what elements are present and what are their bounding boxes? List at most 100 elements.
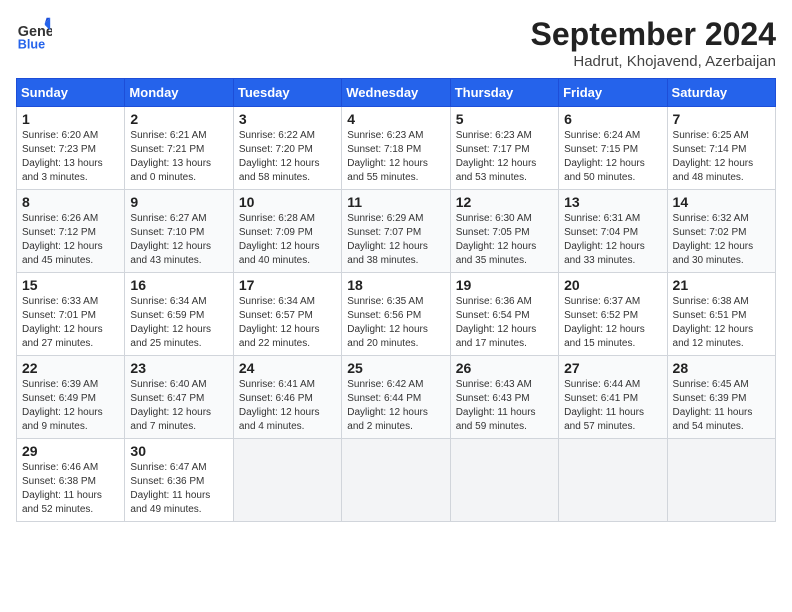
sunset-label: Sunset: 7:14 PM <box>673 144 747 155</box>
calendar-cell: 7 Sunrise: 6:25 AM Sunset: 7:14 PM Dayli… <box>667 107 775 190</box>
day-number: 8 <box>22 194 119 210</box>
day-info: Sunrise: 6:23 AM Sunset: 7:18 PM Dayligh… <box>347 129 444 185</box>
logo-icon: General Blue <box>16 16 52 52</box>
day-number: 29 <box>22 443 119 459</box>
day-number: 20 <box>564 277 661 293</box>
sunset-label: Sunset: 6:41 PM <box>564 393 638 404</box>
day-number: 21 <box>673 277 770 293</box>
day-info: Sunrise: 6:20 AM Sunset: 7:23 PM Dayligh… <box>22 129 119 185</box>
day-number: 18 <box>347 277 444 293</box>
sunrise-label: Sunrise: 6:47 AM <box>130 462 206 473</box>
calendar-cell: 6 Sunrise: 6:24 AM Sunset: 7:15 PM Dayli… <box>559 107 667 190</box>
sunrise-label: Sunrise: 6:31 AM <box>564 213 640 224</box>
calendar-week-row: 29 Sunrise: 6:46 AM Sunset: 6:38 PM Dayl… <box>17 439 776 522</box>
svg-text:Blue: Blue <box>18 37 45 51</box>
col-friday: Friday <box>559 79 667 107</box>
day-number: 12 <box>456 194 553 210</box>
day-info: Sunrise: 6:36 AM Sunset: 6:54 PM Dayligh… <box>456 295 553 351</box>
daylight-label: Daylight: 12 hours and 45 minutes. <box>22 241 103 266</box>
day-info: Sunrise: 6:22 AM Sunset: 7:20 PM Dayligh… <box>239 129 336 185</box>
sunrise-label: Sunrise: 6:40 AM <box>130 379 206 390</box>
sunrise-label: Sunrise: 6:34 AM <box>130 296 206 307</box>
calendar-cell <box>233 439 341 522</box>
daylight-label: Daylight: 12 hours and 15 minutes. <box>564 324 645 349</box>
calendar-cell: 19 Sunrise: 6:36 AM Sunset: 6:54 PM Dayl… <box>450 273 558 356</box>
calendar-cell: 1 Sunrise: 6:20 AM Sunset: 7:23 PM Dayli… <box>17 107 125 190</box>
day-number: 28 <box>673 360 770 376</box>
day-info: Sunrise: 6:42 AM Sunset: 6:44 PM Dayligh… <box>347 378 444 434</box>
daylight-label: Daylight: 12 hours and 40 minutes. <box>239 241 320 266</box>
day-info: Sunrise: 6:32 AM Sunset: 7:02 PM Dayligh… <box>673 212 770 268</box>
day-info: Sunrise: 6:44 AM Sunset: 6:41 PM Dayligh… <box>564 378 661 434</box>
sunrise-label: Sunrise: 6:22 AM <box>239 130 315 141</box>
col-thursday: Thursday <box>450 79 558 107</box>
page-header: General Blue September 2024 Hadrut, Khoj… <box>16 16 776 70</box>
sunset-label: Sunset: 6:38 PM <box>22 476 96 487</box>
sunset-label: Sunset: 7:02 PM <box>673 227 747 238</box>
sunset-label: Sunset: 7:09 PM <box>239 227 313 238</box>
daylight-label: Daylight: 12 hours and 33 minutes. <box>564 241 645 266</box>
sunrise-label: Sunrise: 6:37 AM <box>564 296 640 307</box>
sunrise-label: Sunrise: 6:30 AM <box>456 213 532 224</box>
sunrise-label: Sunrise: 6:27 AM <box>130 213 206 224</box>
location: Hadrut, Khojavend, Azerbaijan <box>531 53 776 70</box>
calendar-cell: 4 Sunrise: 6:23 AM Sunset: 7:18 PM Dayli… <box>342 107 450 190</box>
calendar-cell: 18 Sunrise: 6:35 AM Sunset: 6:56 PM Dayl… <box>342 273 450 356</box>
daylight-label: Daylight: 12 hours and 27 minutes. <box>22 324 103 349</box>
day-number: 7 <box>673 111 770 127</box>
calendar-cell <box>450 439 558 522</box>
sunset-label: Sunset: 6:59 PM <box>130 310 204 321</box>
day-info: Sunrise: 6:35 AM Sunset: 6:56 PM Dayligh… <box>347 295 444 351</box>
calendar-cell: 26 Sunrise: 6:43 AM Sunset: 6:43 PM Dayl… <box>450 356 558 439</box>
sunset-label: Sunset: 7:23 PM <box>22 144 96 155</box>
daylight-label: Daylight: 12 hours and 53 minutes. <box>456 158 537 183</box>
daylight-label: Daylight: 12 hours and 2 minutes. <box>347 407 428 432</box>
sunset-label: Sunset: 6:43 PM <box>456 393 530 404</box>
day-info: Sunrise: 6:45 AM Sunset: 6:39 PM Dayligh… <box>673 378 770 434</box>
sunset-label: Sunset: 7:17 PM <box>456 144 530 155</box>
day-number: 3 <box>239 111 336 127</box>
day-number: 11 <box>347 194 444 210</box>
daylight-label: Daylight: 11 hours and 59 minutes. <box>456 407 536 432</box>
daylight-label: Daylight: 12 hours and 55 minutes. <box>347 158 428 183</box>
day-number: 4 <box>347 111 444 127</box>
day-info: Sunrise: 6:34 AM Sunset: 6:57 PM Dayligh… <box>239 295 336 351</box>
sunrise-label: Sunrise: 6:23 AM <box>347 130 423 141</box>
sunset-label: Sunset: 7:07 PM <box>347 227 421 238</box>
sunset-label: Sunset: 6:46 PM <box>239 393 313 404</box>
day-info: Sunrise: 6:40 AM Sunset: 6:47 PM Dayligh… <box>130 378 227 434</box>
sunrise-label: Sunrise: 6:24 AM <box>564 130 640 141</box>
daylight-label: Daylight: 11 hours and 57 minutes. <box>564 407 644 432</box>
calendar-cell: 29 Sunrise: 6:46 AM Sunset: 6:38 PM Dayl… <box>17 439 125 522</box>
sunset-label: Sunset: 7:15 PM <box>564 144 638 155</box>
sunset-label: Sunset: 6:57 PM <box>239 310 313 321</box>
calendar-cell: 25 Sunrise: 6:42 AM Sunset: 6:44 PM Dayl… <box>342 356 450 439</box>
calendar-cell: 30 Sunrise: 6:47 AM Sunset: 6:36 PM Dayl… <box>125 439 233 522</box>
sunset-label: Sunset: 7:21 PM <box>130 144 204 155</box>
day-number: 15 <box>22 277 119 293</box>
calendar-cell: 14 Sunrise: 6:32 AM Sunset: 7:02 PM Dayl… <box>667 190 775 273</box>
day-info: Sunrise: 6:31 AM Sunset: 7:04 PM Dayligh… <box>564 212 661 268</box>
day-number: 13 <box>564 194 661 210</box>
sunset-label: Sunset: 7:20 PM <box>239 144 313 155</box>
day-info: Sunrise: 6:33 AM Sunset: 7:01 PM Dayligh… <box>22 295 119 351</box>
calendar-week-row: 15 Sunrise: 6:33 AM Sunset: 7:01 PM Dayl… <box>17 273 776 356</box>
day-info: Sunrise: 6:27 AM Sunset: 7:10 PM Dayligh… <box>130 212 227 268</box>
sunrise-label: Sunrise: 6:43 AM <box>456 379 532 390</box>
daylight-label: Daylight: 12 hours and 43 minutes. <box>130 241 211 266</box>
day-number: 1 <box>22 111 119 127</box>
calendar-cell <box>667 439 775 522</box>
sunrise-label: Sunrise: 6:44 AM <box>564 379 640 390</box>
day-number: 14 <box>673 194 770 210</box>
daylight-label: Daylight: 12 hours and 7 minutes. <box>130 407 211 432</box>
calendar-cell: 17 Sunrise: 6:34 AM Sunset: 6:57 PM Dayl… <box>233 273 341 356</box>
day-info: Sunrise: 6:43 AM Sunset: 6:43 PM Dayligh… <box>456 378 553 434</box>
title-section: September 2024 Hadrut, Khojavend, Azerba… <box>531 16 776 70</box>
calendar-cell: 23 Sunrise: 6:40 AM Sunset: 6:47 PM Dayl… <box>125 356 233 439</box>
sunrise-label: Sunrise: 6:39 AM <box>22 379 98 390</box>
calendar-cell: 3 Sunrise: 6:22 AM Sunset: 7:20 PM Dayli… <box>233 107 341 190</box>
sunset-label: Sunset: 6:39 PM <box>673 393 747 404</box>
month-year: September 2024 <box>531 16 776 53</box>
sunrise-label: Sunrise: 6:42 AM <box>347 379 423 390</box>
day-info: Sunrise: 6:34 AM Sunset: 6:59 PM Dayligh… <box>130 295 227 351</box>
